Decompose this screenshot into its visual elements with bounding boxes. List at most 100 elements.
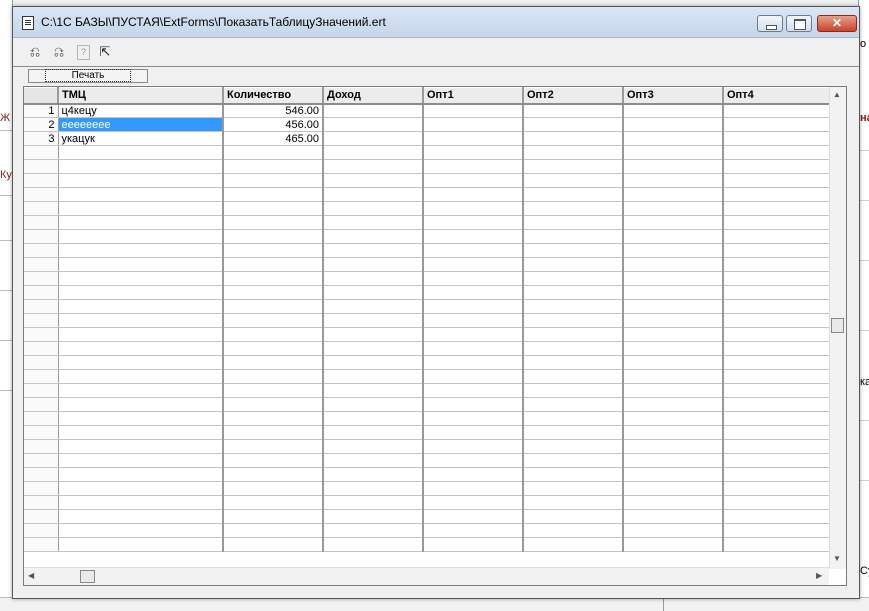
cell-opt1[interactable]	[423, 159, 524, 174]
cell-quantity[interactable]	[223, 327, 324, 342]
cell-tmc[interactable]	[58, 495, 224, 510]
table-row-empty[interactable]	[24, 453, 844, 468]
cell-income[interactable]	[323, 369, 424, 384]
cell-tmc[interactable]	[58, 369, 224, 384]
cell-opt3[interactable]	[623, 201, 724, 216]
cell-opt4[interactable]	[723, 145, 844, 160]
cell-opt2[interactable]	[523, 341, 624, 356]
cell-opt3[interactable]	[623, 369, 724, 384]
table-row-empty[interactable]	[24, 355, 844, 370]
cell-opt3[interactable]	[623, 131, 724, 146]
value-table-grid[interactable]: ТМЦ Количество Доход Опт1 Опт2 Опт3 Опт4…	[23, 86, 847, 586]
table-row-empty[interactable]	[24, 187, 844, 202]
cell-income[interactable]	[323, 341, 424, 356]
cell-income[interactable]	[323, 229, 424, 244]
cell-opt3[interactable]	[623, 103, 724, 118]
cell-opt1[interactable]	[423, 523, 524, 538]
cell-opt1[interactable]	[423, 229, 524, 244]
cell-opt2[interactable]	[523, 271, 624, 286]
cell-quantity[interactable]	[223, 243, 324, 258]
cell-opt2[interactable]	[523, 159, 624, 174]
table-row-empty[interactable]	[24, 243, 844, 258]
cell-opt2[interactable]	[523, 117, 624, 132]
horizontal-scroll-thumb[interactable]	[80, 570, 95, 583]
table-row-empty[interactable]	[24, 411, 844, 426]
table-row[interactable]: 1 ц4кецу 546.00	[24, 103, 844, 118]
cell-opt3[interactable]	[623, 425, 724, 440]
cell-opt3[interactable]	[623, 495, 724, 510]
cell-opt4[interactable]	[723, 467, 844, 482]
cell-opt3[interactable]	[623, 229, 724, 244]
cell-opt3[interactable]	[623, 243, 724, 258]
cell-opt4[interactable]	[723, 523, 844, 538]
cell-quantity[interactable]	[223, 341, 324, 356]
cell-opt1[interactable]	[423, 355, 524, 370]
cell-opt4[interactable]	[723, 299, 844, 314]
scroll-left-icon[interactable]: ◀	[28, 571, 34, 580]
cell-opt2[interactable]	[523, 453, 624, 468]
cell-opt2[interactable]	[523, 327, 624, 342]
cell-tmc[interactable]	[58, 411, 224, 426]
cell-tmc[interactable]	[58, 509, 224, 524]
cell-tmc[interactable]	[58, 397, 224, 412]
cell-opt4[interactable]	[723, 117, 844, 132]
cell-opt2[interactable]	[523, 369, 624, 384]
cell-opt1[interactable]	[423, 397, 524, 412]
cell-opt3[interactable]	[623, 173, 724, 188]
cell-opt1[interactable]	[423, 327, 524, 342]
cell-income[interactable]	[323, 187, 424, 202]
cell-opt3[interactable]	[623, 117, 724, 132]
cell-quantity[interactable]	[223, 215, 324, 230]
table-row[interactable]: 3 укацук 465.00	[24, 131, 844, 146]
cell-opt4[interactable]	[723, 201, 844, 216]
cell-opt2[interactable]	[523, 257, 624, 272]
cell-tmc[interactable]	[58, 425, 224, 440]
cell-income[interactable]	[323, 215, 424, 230]
table-row-empty[interactable]	[24, 397, 844, 412]
table-row-empty[interactable]	[24, 467, 844, 482]
cell-tmc[interactable]	[58, 439, 224, 454]
cell-opt4[interactable]	[723, 243, 844, 258]
cell-opt1[interactable]	[423, 215, 524, 230]
cell-opt2[interactable]	[523, 425, 624, 440]
cell-opt1[interactable]	[423, 509, 524, 524]
table-row-empty[interactable]	[24, 201, 844, 216]
cell-opt1[interactable]	[423, 453, 524, 468]
cell-opt3[interactable]	[623, 383, 724, 398]
cell-opt1[interactable]	[423, 285, 524, 300]
cell-opt2[interactable]	[523, 299, 624, 314]
cell-opt2[interactable]	[523, 103, 624, 118]
cell-opt1[interactable]	[423, 439, 524, 454]
cell-opt4[interactable]	[723, 383, 844, 398]
undo-save-icon[interactable]: ⎌	[27, 44, 43, 60]
cell-quantity[interactable]	[223, 383, 324, 398]
cell-quantity[interactable]	[223, 271, 324, 286]
cell-tmc[interactable]	[58, 271, 224, 286]
cell-tmc[interactable]	[58, 383, 224, 398]
cell-opt1[interactable]	[423, 131, 524, 146]
cell-opt4[interactable]	[723, 481, 844, 496]
cell-quantity[interactable]	[223, 481, 324, 496]
cell-opt1[interactable]	[423, 243, 524, 258]
column-header-opt2[interactable]: Опт2	[523, 87, 624, 105]
cell-opt1[interactable]	[423, 411, 524, 426]
cell-opt2[interactable]	[523, 131, 624, 146]
cell-tmc[interactable]	[58, 299, 224, 314]
cell-opt2[interactable]	[523, 439, 624, 454]
cell-opt3[interactable]	[623, 341, 724, 356]
table-row[interactable]: 2 ееееееее 456.00	[24, 117, 844, 132]
cell-income[interactable]	[323, 117, 424, 132]
cell-opt1[interactable]	[423, 313, 524, 328]
column-header-opt1[interactable]: Опт1	[423, 87, 524, 105]
cell-income[interactable]	[323, 271, 424, 286]
cell-opt1[interactable]	[423, 481, 524, 496]
cell-income[interactable]	[323, 397, 424, 412]
cell-opt3[interactable]	[623, 327, 724, 342]
cell-tmc[interactable]	[58, 173, 224, 188]
vertical-scroll-thumb[interactable]	[831, 318, 844, 333]
cell-opt3[interactable]	[623, 355, 724, 370]
cell-income[interactable]	[323, 257, 424, 272]
cell-quantity[interactable]	[223, 425, 324, 440]
cell-opt3[interactable]	[623, 467, 724, 482]
cell-opt2[interactable]	[523, 383, 624, 398]
